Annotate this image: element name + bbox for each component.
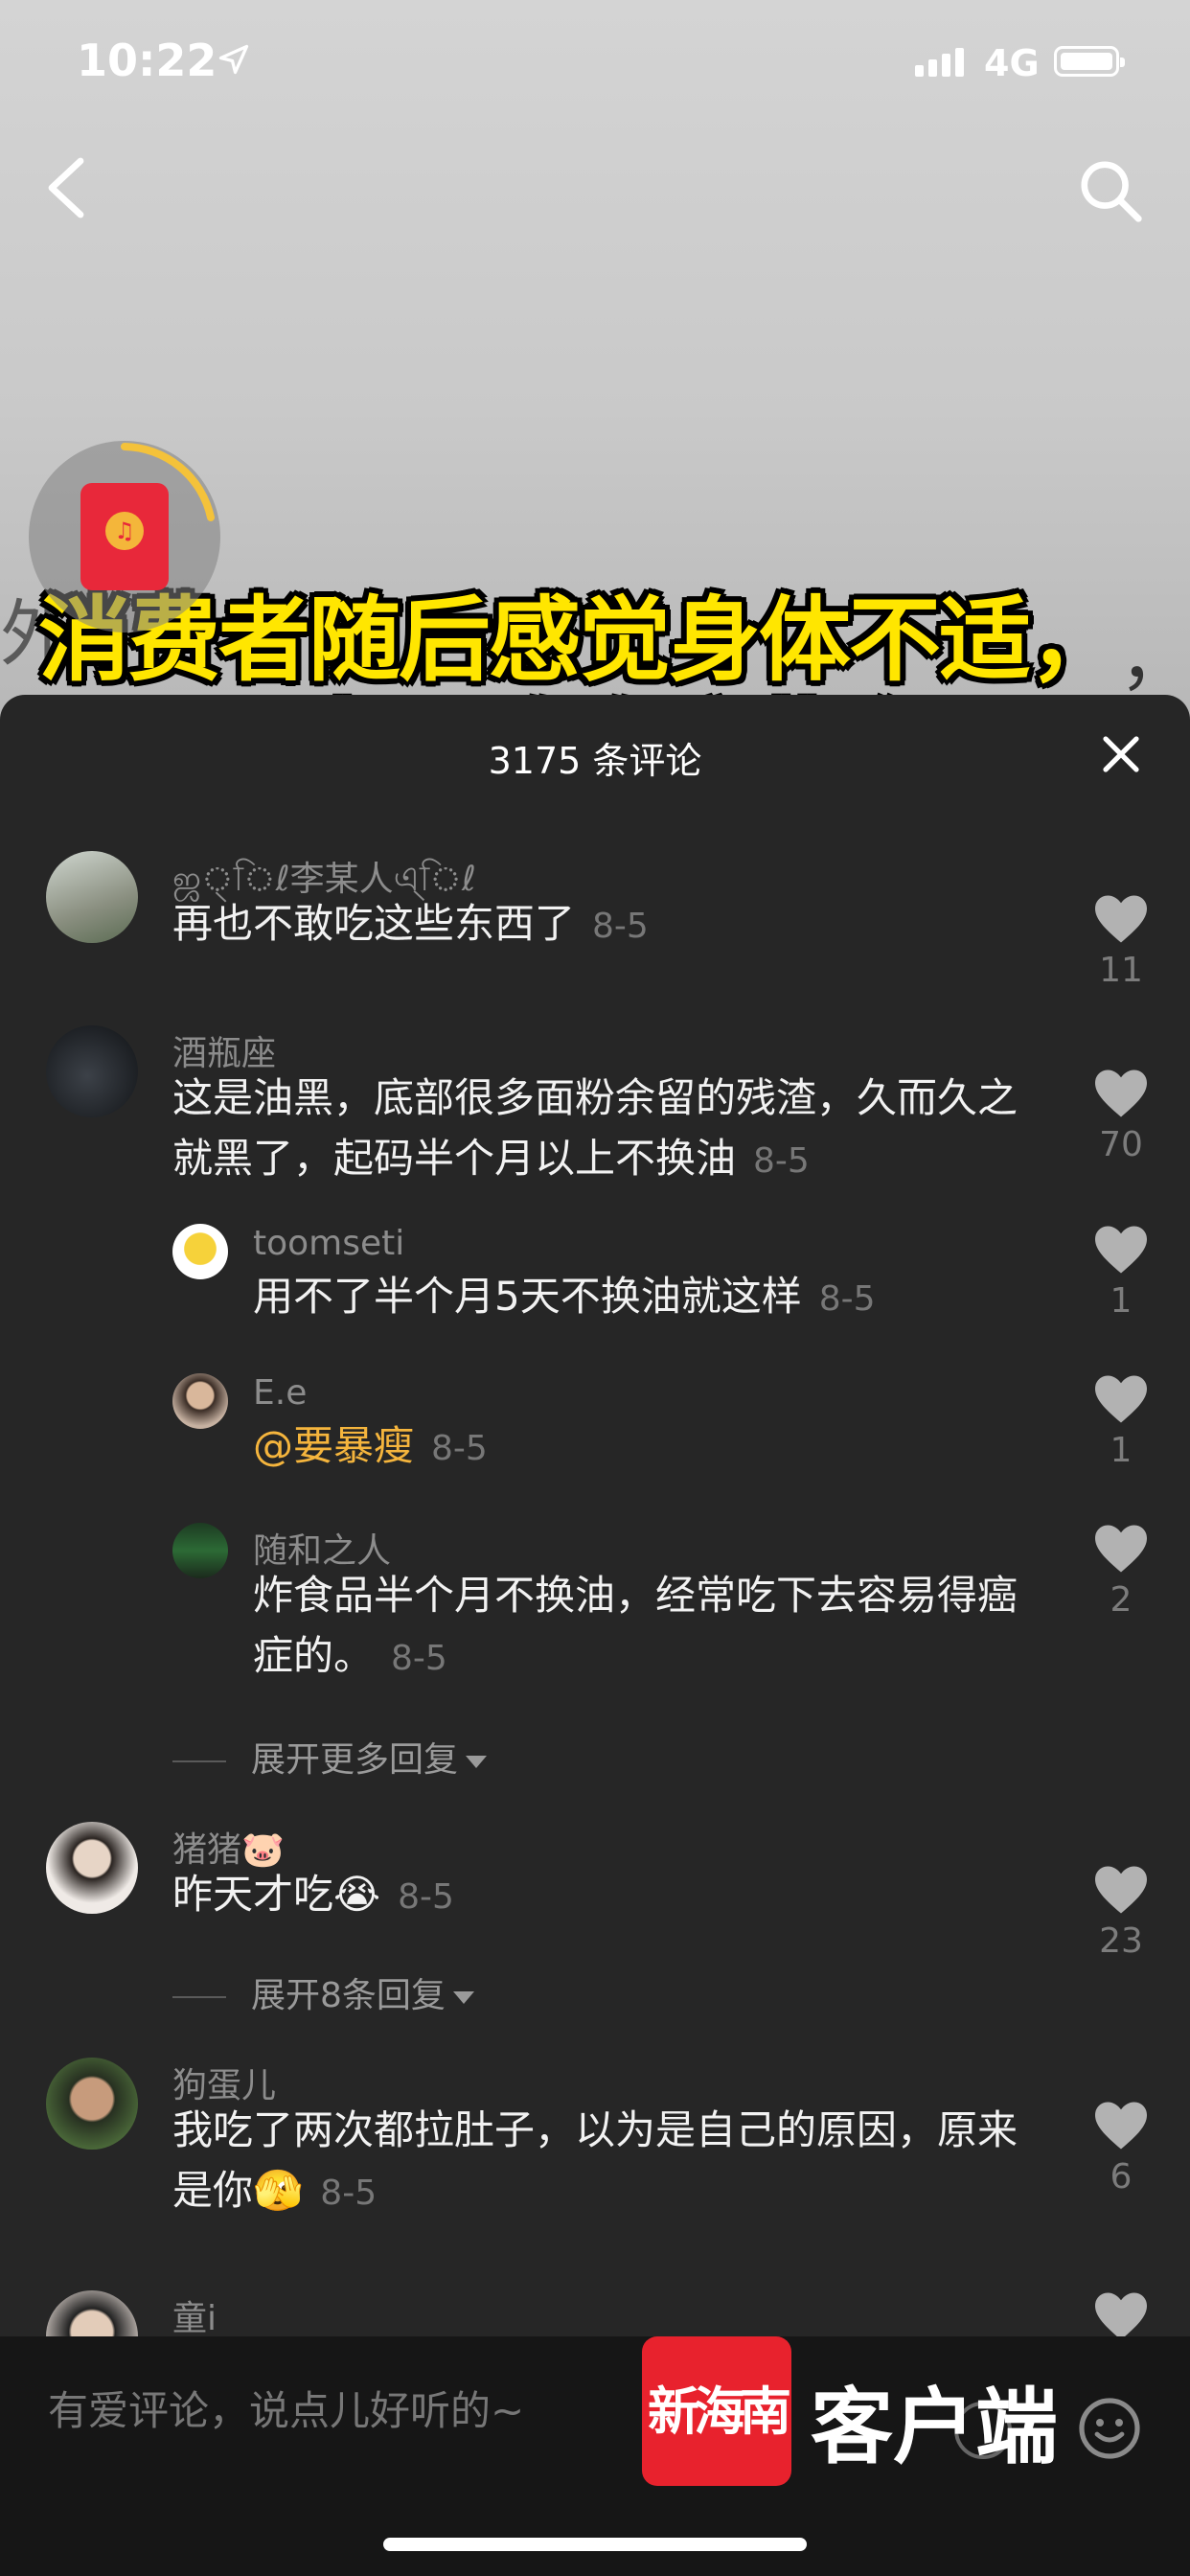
home-indicator[interactable]	[383, 2538, 807, 2551]
mention-link[interactable]: @要暴瘦	[253, 1422, 414, 1469]
heart-icon	[1095, 895, 1147, 943]
comment-item: 狗蛋儿 我吃了两次都拉肚子，以为是自己的原因，原来是你🫣 8-5 6	[0, 2058, 1190, 2230]
like-button[interactable]: 11	[1088, 893, 1154, 990]
expand-more-replies-button[interactable]: 展开更多回复	[172, 1732, 488, 1782]
avatar[interactable]	[46, 1822, 138, 1914]
like-count: 2	[1110, 1580, 1133, 1620]
like-count: 23	[1099, 1921, 1143, 1961]
comment-item: 酒瓶座 这是油黑，底部很多面粉余留的残渣，久而久之就黑了，起码半个月以上不换油 8…	[0, 1025, 1190, 1198]
network-type: 4G	[984, 42, 1040, 84]
comment-text[interactable]: 这是油黑，底部很多面粉余留的残渣，久而久之就黑了，起码半个月以上不换油 8-5	[172, 1068, 1044, 1191]
watermark-text: 客户端	[811, 2379, 1058, 2475]
heart-icon	[1095, 2292, 1147, 2340]
like-count: 70	[1099, 1125, 1143, 1164]
comment-date: 8-5	[753, 1141, 810, 1181]
panel-header: 3175 条评论	[0, 695, 1190, 810]
comment-count: 3175 条评论	[488, 740, 702, 782]
like-count: 1	[1110, 1431, 1133, 1470]
reply-body: 用不了半个月5天不换油就这样	[253, 1273, 802, 1320]
comment-input[interactable]: 有爱评论，说点儿好听的~	[48, 2379, 524, 2437]
heart-icon	[1095, 1525, 1147, 1573]
status-time: 10:22	[77, 34, 217, 86]
reply-item: toomseti 用不了半个月5天不换油就这样 8-5 1	[0, 1224, 1190, 1321]
comment-text[interactable]: 我吃了两次都拉肚子，以为是自己的原因，原来是你🫣 8-5	[172, 2100, 1044, 2223]
like-button[interactable]: 1	[1088, 1373, 1154, 1470]
reply-text[interactable]: 用不了半个月5天不换油就这样 8-5	[253, 1266, 1039, 1329]
status-bar: 10:22 4G	[0, 0, 1190, 125]
heart-icon	[1095, 1866, 1147, 1914]
expand-label: 展开8条回复	[251, 1976, 446, 2015]
heart-icon	[1095, 2102, 1147, 2150]
expand-label: 展开更多回复	[251, 1740, 459, 1780]
red-packet-badge[interactable]: ♫	[29, 441, 220, 632]
avatar[interactable]	[172, 1224, 228, 1279]
reply-username[interactable]: E.e	[253, 1373, 307, 1413]
like-count: 1	[1110, 1281, 1133, 1321]
like-button[interactable]	[1088, 2290, 1154, 2342]
avatar[interactable]	[172, 1373, 228, 1429]
back-chevron-icon[interactable]	[42, 155, 92, 220]
comment-text[interactable]: 再也不敢吃这些东西了 8-5	[172, 893, 1044, 956]
caret-down-icon	[466, 1755, 488, 1768]
reply-body: 炸食品半个月不换油，经常吃下去容易得癌症的。	[253, 1572, 1018, 1679]
close-icon[interactable]	[1100, 733, 1142, 775]
search-icon[interactable]	[1077, 157, 1144, 224]
like-button[interactable]: 1	[1088, 1224, 1154, 1321]
heart-icon	[1095, 1070, 1147, 1117]
divider-line	[172, 1996, 226, 1998]
like-button[interactable]: 6	[1088, 2100, 1154, 2196]
comment-body: 昨天才吃😭	[172, 1871, 381, 1918]
reply-text[interactable]: 炸食品半个月不换油，经常吃下去容易得癌症的。 8-5	[253, 1565, 1048, 1689]
red-packet-icon: ♫	[80, 483, 169, 590]
comment-date: 8-5	[320, 2174, 378, 2213]
reply-date: 8-5	[391, 1639, 447, 1678]
expand-8-replies-button[interactable]: 展开8条回复	[172, 1967, 474, 2017]
reply-text[interactable]: @要暴瘦 8-5	[253, 1415, 1039, 1479]
comment-text[interactable]: 昨天才吃😭 8-5	[172, 1864, 1044, 1927]
like-button[interactable]: 2	[1088, 1523, 1154, 1620]
comment-date: 8-5	[398, 1877, 454, 1917]
avatar[interactable]	[46, 2058, 138, 2150]
music-coin-icon: ♫	[105, 512, 144, 550]
battery-icon	[1054, 46, 1125, 77]
comment-item: 猪猪🐷 昨天才吃😭 8-5 23	[0, 1822, 1190, 1961]
like-count: 6	[1110, 2157, 1133, 2196]
divider-line	[172, 1760, 226, 1762]
reply-item: 随和之人 炸食品半个月不换油，经常吃下去容易得癌症的。 8-5 2	[0, 1523, 1190, 1679]
reply-date: 8-5	[818, 1279, 876, 1319]
comment-body: 我吃了两次都拉肚子，以为是自己的原因，原来是你🫣	[172, 2106, 1018, 2214]
comment-item: ஜ্িℓ李某人এ্িℓ 再也不敢吃这些东西了 8-5 11	[0, 851, 1190, 990]
caret-down-icon	[452, 1990, 474, 2004]
heart-icon	[1095, 1375, 1147, 1423]
emoji-icon[interactable]	[1077, 2396, 1142, 2461]
like-button[interactable]: 70	[1088, 1068, 1154, 1164]
comment-body: 这是油黑，底部很多面粉余留的残渣，久而久之就黑了，起码半个月以上不换油	[172, 1074, 1018, 1182]
comment-body: 再也不敢吃这些东西了	[172, 900, 576, 947]
reply-item: E.e @要暴瘦 8-5 1	[0, 1373, 1190, 1470]
comment-date: 8-5	[592, 907, 649, 946]
like-count: 11	[1099, 951, 1143, 990]
signal-icon	[915, 48, 969, 77]
avatar[interactable]	[46, 1025, 138, 1117]
reply-username[interactable]: toomseti	[253, 1224, 404, 1263]
comment-panel: 3175 条评论 ஜ্িℓ李某人এ্িℓ 再也不敢吃这些东西了 8-5 11 酒瓶…	[0, 695, 1190, 2576]
comment-username[interactable]: 童i	[172, 2290, 217, 2340]
avatar[interactable]	[46, 851, 138, 943]
watermark-logo: 新海南	[642, 2336, 791, 2486]
avatar[interactable]	[172, 1523, 228, 1578]
heart-icon	[1095, 1226, 1147, 1274]
like-button[interactable]: 23	[1088, 1864, 1154, 1961]
reply-date: 8-5	[431, 1429, 488, 1468]
location-arrow-icon	[218, 44, 249, 75]
